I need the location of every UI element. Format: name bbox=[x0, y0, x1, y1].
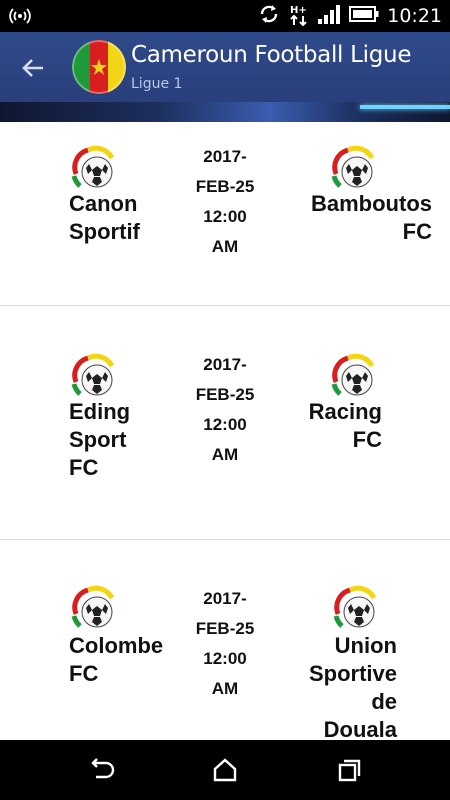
app-bar: Cameroun Football Ligue Ligue 1 bbox=[0, 32, 450, 102]
away-team-name: Union Sportive de Douala bbox=[308, 633, 397, 740]
wifi-hotspot-icon bbox=[8, 6, 32, 31]
team-logo-icon bbox=[331, 353, 375, 396]
home-nav-icon bbox=[213, 758, 237, 782]
back-nav-button[interactable] bbox=[86, 755, 116, 785]
signal-icon bbox=[317, 3, 341, 30]
match-row[interactable]: Eding Sport FC 2017- FEB-25 12:00 AM Racin… bbox=[0, 306, 450, 540]
svg-text:H+: H+ bbox=[290, 5, 307, 16]
sync-icon bbox=[257, 2, 281, 31]
match-date: 2017- FEB-25 12:00 AM bbox=[195, 589, 255, 698]
back-nav-icon bbox=[91, 758, 115, 779]
arrow-left-icon bbox=[22, 59, 43, 77]
back-button[interactable] bbox=[18, 53, 48, 83]
cameroon-flag-ball-icon bbox=[72, 40, 126, 94]
match-row[interactable]: Canon Sportif 2017- FEB-25 12:00 AM Bambo… bbox=[0, 122, 450, 306]
match-row[interactable]: Colombe FC 2017- FEB-25 12:00 AM Union Spo… bbox=[0, 540, 450, 740]
match-date: 2017- FEB-25 12:00 AM bbox=[195, 147, 255, 256]
team-logo-icon bbox=[71, 585, 115, 628]
status-time: 10:21 bbox=[387, 5, 442, 27]
team-logo-icon bbox=[331, 145, 375, 188]
navigation-bar bbox=[0, 740, 450, 800]
team-logo-icon bbox=[333, 585, 377, 628]
home-nav-button[interactable] bbox=[210, 755, 240, 785]
data-transfer-icon: H+ bbox=[289, 2, 309, 31]
home-team-name: Colombe FC bbox=[69, 633, 164, 686]
home-team-name: Canon Sportif bbox=[69, 191, 140, 244]
app-subtitle: Ligue 1 bbox=[131, 76, 183, 92]
away-team-name: Bamboutos FC bbox=[311, 191, 432, 244]
team-logo-icon bbox=[71, 145, 115, 188]
match-list: Canon Sportif 2017- FEB-25 12:00 AM Bambo… bbox=[0, 122, 450, 740]
away-team-name: Racing FC bbox=[308, 399, 382, 452]
battery-icon bbox=[349, 5, 379, 28]
recent-apps-icon bbox=[338, 759, 361, 782]
recent-apps-nav-button[interactable] bbox=[334, 755, 364, 785]
status-bar: H+ 10:21 bbox=[0, 0, 450, 32]
app-logo bbox=[72, 40, 126, 94]
app-title: Cameroun Football Ligue bbox=[131, 42, 412, 68]
team-logo-icon bbox=[71, 353, 115, 396]
home-team-name: Eding Sport FC bbox=[69, 399, 131, 480]
header-banner bbox=[0, 102, 450, 122]
